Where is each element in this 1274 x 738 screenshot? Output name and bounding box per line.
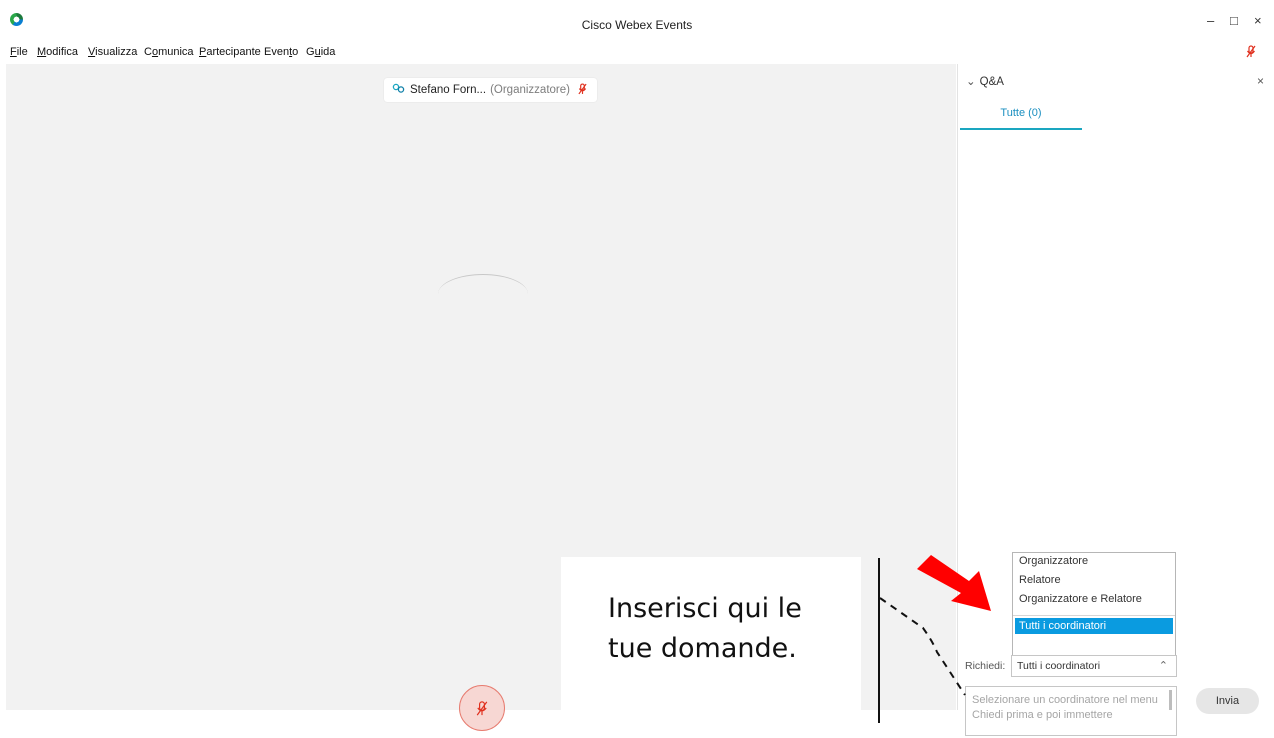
minimize-button[interactable]: – [1207, 14, 1214, 27]
active-speaker-badge: Stefano Forn... (Organizzatore) [384, 78, 597, 102]
dropdown-divider [1013, 615, 1175, 616]
send-button[interactable]: Invia [1196, 688, 1259, 714]
ask-select-value: Tutti i coordinatori [1017, 660, 1101, 672]
qa-panel: ⌄ Q&A × Tutte (0) Organizzatore Relatore … [957, 64, 1274, 736]
maximize-button[interactable]: □ [1230, 14, 1238, 27]
red-arrow-icon [917, 555, 991, 611]
ask-select[interactable]: Tutti i coordinatori ⌃ [1011, 655, 1177, 677]
title-bar: Cisco Webex Events – □ × [0, 0, 1274, 38]
question-input[interactable]: Selezionare un coordinatore nel menu Chi… [965, 686, 1177, 736]
menu-evento[interactable]: Evento [264, 46, 298, 58]
input-scrollbar[interactable] [1169, 690, 1172, 710]
annotation-text: Inserisci qui le tue domande. [608, 593, 802, 664]
loading-spinner [438, 274, 528, 314]
question-placeholder: Selezionare un coordinatore nel menu Chi… [972, 694, 1158, 721]
unmute-button[interactable] [459, 685, 505, 731]
menu-modifica[interactable]: Modifica [37, 46, 78, 58]
menu-visualizza[interactable]: Visualizza [88, 46, 137, 58]
close-panel-button[interactable]: × [1257, 74, 1264, 88]
dropdown-option[interactable]: Organizzatore [1019, 555, 1088, 567]
microphone-muted-icon [578, 82, 587, 98]
menu-file[interactable]: File [10, 46, 28, 58]
microphone-muted-icon[interactable] [1246, 45, 1256, 61]
chevron-up-icon: ⌃ [1158, 660, 1168, 672]
presenter-icon [392, 83, 405, 97]
dropdown-option-selected[interactable]: Tutti i coordinatori [1015, 618, 1173, 634]
menu-partecipante[interactable]: Partecipante [199, 46, 261, 58]
qa-panel-header[interactable]: ⌄ Q&A [966, 74, 1004, 88]
tab-all-questions[interactable]: Tutte (0) [960, 98, 1082, 130]
window-title: Cisco Webex Events [581, 18, 693, 32]
close-window-button[interactable]: × [1254, 14, 1262, 27]
menu-guida[interactable]: Guida [306, 46, 335, 58]
qa-title: Q&A [979, 76, 1004, 88]
menu-comunica[interactable]: Comunica [144, 46, 194, 58]
annotation-callout: Inserisci qui le tue domande. [561, 557, 861, 727]
dropdown-option[interactable]: Relatore [1019, 574, 1061, 586]
ask-dropdown-list: Organizzatore Relatore Organizzatore e R… [1012, 552, 1176, 656]
speaker-role: (Organizzatore) [490, 84, 570, 96]
chevron-down-icon[interactable]: ⌄ [966, 76, 976, 88]
menu-bar: File Modifica Visualizza Comunica Partec… [0, 38, 960, 64]
dropdown-option[interactable]: Organizzatore e Relatore [1019, 593, 1142, 605]
speaker-name: Stefano Forn... [410, 84, 487, 96]
